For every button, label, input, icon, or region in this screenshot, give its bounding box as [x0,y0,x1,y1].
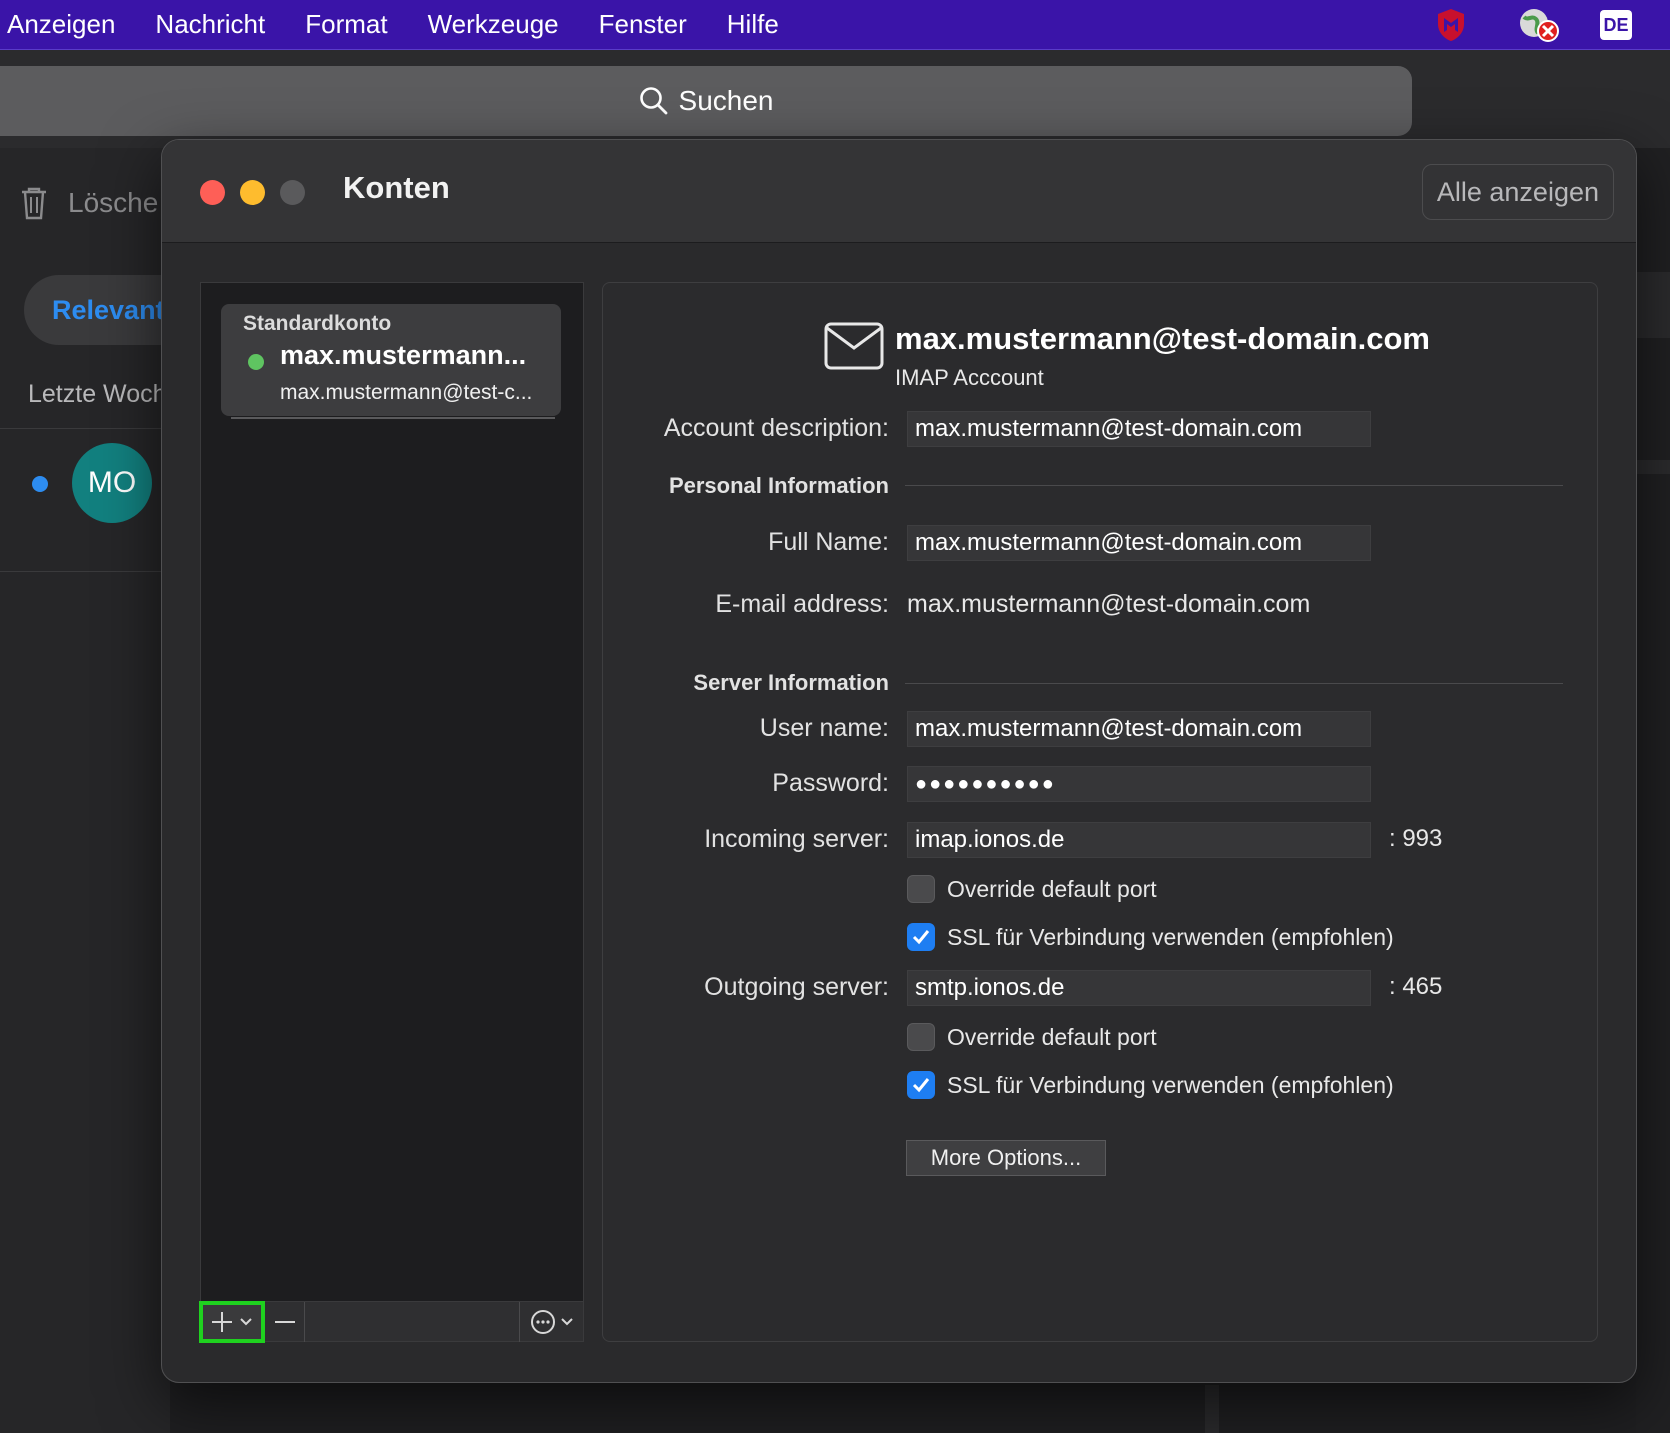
password-label: Password: [772,769,889,797]
account-header: max.mustermann@test-domain.com IMAP Accc… [823,321,1430,391]
outgoing-port: : 465 [1389,973,1443,1000]
remove-account-button[interactable] [265,1302,305,1342]
checkbox[interactable] [907,875,935,903]
full-name-field[interactable]: max.mustermann@test-domain.com [907,525,1371,561]
ssl-label: SSL für Verbindung verwenden (empfohlen) [947,923,1394,950]
menu-nachricht[interactable]: Nachricht [135,9,285,40]
close-window-button[interactable] [200,180,225,205]
account-list-item[interactable]: Standardkonto max.mustermann... max.must… [221,304,561,419]
menu-hilfe[interactable]: Hilfe [707,9,799,40]
incoming-port: : 993 [1389,825,1443,852]
accounts-list: Standardkonto max.mustermann... max.must… [199,282,584,1343]
account-name: max.mustermann... [280,340,527,370]
show-all-button[interactable]: Alle anzeigen [1421,164,1614,220]
input-language-badge[interactable]: DE [1600,10,1632,40]
password-field[interactable]: ●●●●●●●●●● [907,766,1371,802]
incoming-server-field[interactable]: imap.ionos.de [907,822,1371,858]
add-account-button[interactable] [199,1301,265,1343]
account-header-email: max.mustermann@test-domain.com [895,321,1430,356]
account-details-panel: max.mustermann@test-domain.com IMAP Accc… [602,282,1598,1342]
username-field[interactable]: max.mustermann@test-domain.com [907,711,1371,747]
outgoing-override-port-checkbox[interactable]: Override default port [907,1023,1157,1051]
divider [0,428,170,429]
zoom-window-button[interactable] [280,180,305,205]
plus-icon [212,1312,232,1332]
delete-button[interactable]: Lösche [20,186,158,220]
section-header-last-week: Letzte Woch [28,380,167,408]
checkmark-icon [912,930,930,945]
mcafee-shield-icon[interactable] [1436,8,1466,42]
outgoing-server-label: Outgoing server: [704,973,889,1001]
menu-werkzeuge[interactable]: Werkzeuge [408,9,579,40]
email-address-value: max.mustermann@test-domain.com [907,590,1311,618]
override-port-label: Override default port [947,875,1157,902]
account-description-field[interactable]: max.mustermann@test-domain.com [907,411,1371,447]
reading-pane-edge [1636,148,1670,1433]
override-port-label: Override default port [947,1023,1157,1050]
menu-fenster[interactable]: Fenster [579,9,707,40]
divider [905,683,1563,684]
pane-divider [1205,1385,1219,1433]
username-label: User name: [759,714,889,742]
server-information-heading: Server Information [693,670,889,695]
outgoing-server-field[interactable]: smtp.ionos.de [907,970,1371,1006]
unread-indicator [32,476,48,492]
minimize-window-button[interactable] [240,180,265,205]
incoming-server-label: Incoming server: [704,825,889,853]
delete-label: Lösche [68,187,159,218]
search-placeholder: Suchen [678,85,774,116]
checkbox[interactable] [907,1023,935,1051]
checkbox-checked[interactable] [907,923,935,951]
chevron-down-icon [240,1318,252,1326]
minus-icon [274,1321,295,1323]
checkbox-checked[interactable] [907,1071,935,1099]
accounts-list-toolbar [199,1301,583,1343]
menu-format[interactable]: Format [285,9,407,40]
network-error-icon[interactable] [1516,7,1560,43]
incoming-ssl-checkbox[interactable]: SSL für Verbindung verwenden (empfohlen) [907,923,1394,951]
account-group-label: Standardkonto [243,312,392,335]
account-status-online-icon [248,354,264,370]
personal-information-heading: Personal Information [668,473,889,498]
accounts-dialog: Konten Alle anzeigen Standardkonto max.m… [161,139,1637,1383]
email-address-label: E-mail address: [715,590,889,618]
search-icon [639,87,667,115]
incoming-override-port-checkbox[interactable]: Override default port [907,875,1157,903]
menu-anzeigen[interactable]: Anzeigen [0,9,135,40]
divider [0,571,170,572]
envelope-icon [824,322,884,370]
ellipsis-circle-icon [530,1310,555,1334]
checkmark-icon [912,1078,930,1093]
more-options-button[interactable]: More Options... [906,1140,1106,1176]
dialog-titlebar: Konten Alle anzeigen [162,140,1636,243]
reading-pane-band [1636,272,1670,338]
avatar[interactable]: MO [72,443,152,523]
full-name-label: Full Name: [768,528,889,556]
menu-bar: Anzeigen Nachricht Format Werkzeuge Fens… [0,0,1670,50]
reading-pane-band [1636,460,1670,474]
account-description-label: Account description: [663,414,889,442]
account-type: IMAP Acccount [895,365,1044,390]
trash-icon [22,187,46,220]
search-field[interactable]: Suchen [0,66,1412,136]
chevron-down-icon [560,1318,573,1326]
divider [231,417,555,419]
account-email: max.mustermann@test-c... [280,381,533,404]
outgoing-ssl-checkbox[interactable]: SSL für Verbindung verwenden (empfohlen) [907,1071,1394,1099]
divider [905,485,1563,486]
dialog-title: Konten [343,170,450,205]
ssl-label: SSL für Verbindung verwenden (empfohlen) [947,1071,1394,1098]
more-actions-button[interactable] [519,1302,583,1342]
